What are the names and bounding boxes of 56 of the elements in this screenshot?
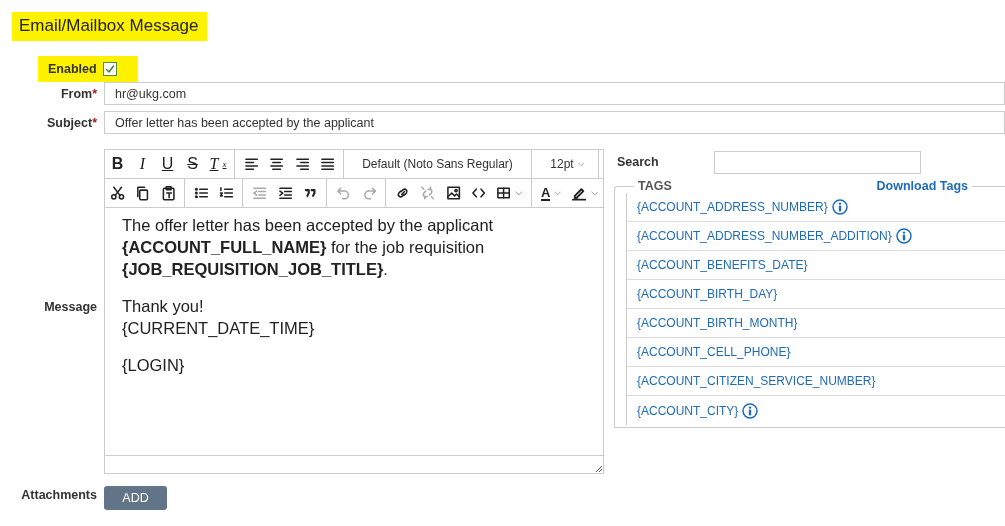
highlighter-icon[interactable]	[571, 185, 587, 201]
message-editor[interactable]: The offer letter has been accepted by the applicant {ACCOUNT_FULL_NAME} for the job requisition {JOB_REQUISITION_JOB_TITLE}. Thank you! {CURRENT_DATE_TIME} {LOGIN}	[105, 208, 603, 455]
text-color-dropdown[interactable]: A	[535, 179, 567, 207]
cut-icon[interactable]	[110, 185, 126, 201]
info-icon[interactable]	[742, 402, 759, 419]
download-tags-link[interactable]: Download Tags	[876, 179, 968, 193]
tag-item[interactable]: {ACCOUNT_CITIZEN_SERVICE_NUMBER}	[637, 374, 876, 388]
align-right-icon[interactable]	[294, 156, 310, 172]
tag-item[interactable]: {ACCOUNT_CELL_PHONE}	[637, 345, 791, 359]
from-field[interactable]: hr@ukg.com	[104, 82, 1005, 105]
tags-heading: TAGS	[638, 179, 672, 193]
size-dropdown[interactable]: 12pt	[536, 150, 599, 178]
underline-button[interactable]: U	[155, 150, 180, 178]
bullet-list-icon[interactable]	[193, 185, 210, 201]
tag-item[interactable]: {ACCOUNT_CITY}	[637, 403, 739, 418]
table-icon[interactable]	[496, 185, 512, 201]
message-label: Message	[43, 300, 97, 314]
subject-label: Subject*	[45, 115, 97, 130]
strike-button[interactable]: S	[180, 150, 205, 178]
resize-handle-icon[interactable]	[593, 463, 603, 473]
italic-button[interactable]: I	[130, 150, 155, 178]
copy-icon[interactable]	[135, 185, 151, 201]
add-button[interactable]: ADD	[104, 486, 167, 510]
message-paragraph: {LOGIN}	[122, 355, 186, 376]
message-paragraph: Thank you! {CURRENT_DATE_TIME}	[122, 296, 316, 339]
tag-item[interactable]: {ACCOUNT_BIRTH_DAY}	[637, 287, 778, 301]
caret-icon	[554, 190, 562, 196]
image-icon[interactable]	[445, 185, 461, 201]
checkbox[interactable]	[102, 62, 117, 76]
caret-icon	[590, 190, 599, 196]
tag-item[interactable]: {ACCOUNT_ADDRESS_NUMBER_ADDITION}	[637, 229, 892, 243]
page-title: Email/Mailbox Message	[12, 12, 207, 41]
enabled-label: Enabled	[48, 62, 97, 76]
search-field[interactable]	[714, 150, 921, 174]
info-icon[interactable]	[831, 199, 848, 215]
align-left-icon[interactable]	[244, 156, 260, 172]
tag-item[interactable]: {ACCOUNT_BIRTH_MONTH}	[637, 316, 798, 330]
subject-field[interactable]: Offer letter has been accepted by the applicant	[104, 111, 1005, 134]
info-icon[interactable]	[895, 228, 912, 244]
from-label: From*	[59, 86, 97, 101]
align-justify-icon[interactable]	[319, 156, 336, 172]
attachments-label: Attachments	[20, 488, 97, 502]
indent-icon[interactable]	[277, 185, 294, 201]
paste-icon[interactable]	[160, 185, 176, 201]
bold-button[interactable]: B	[105, 150, 130, 178]
caret-icon	[515, 190, 523, 196]
message-paragraph: The offer letter has been accepted by the applicant {ACCOUNT_FULL_NAME} for the job requisition {JOB_REQUISITION_JOB_TITLE}.	[122, 215, 495, 280]
numbered-list-icon[interactable]	[219, 185, 235, 201]
tag-item[interactable]: {ACCOUNT_BENEFITS_DATE}	[637, 258, 808, 272]
search-label: Search	[617, 155, 660, 169]
tag-item[interactable]: {ACCOUNT_ADDRESS_NUMBER}	[637, 200, 828, 214]
font-dropdown[interactable]: Default (Noto Sans Regular)	[348, 150, 533, 178]
code-icon[interactable]	[470, 185, 487, 201]
align-center-icon[interactable]	[269, 156, 285, 172]
link-icon[interactable]	[394, 185, 411, 201]
caret-icon	[577, 161, 584, 167]
